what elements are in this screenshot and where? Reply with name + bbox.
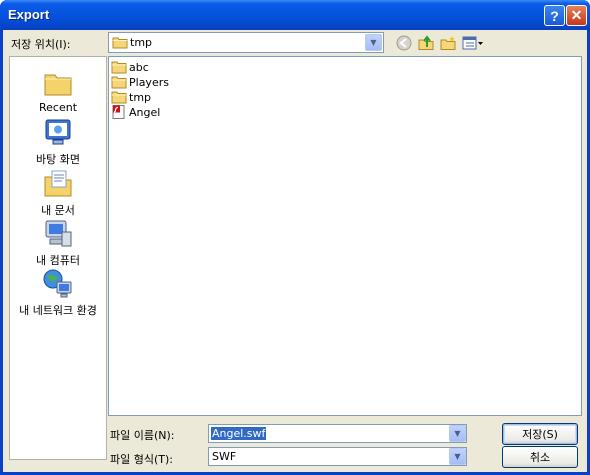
place-recent[interactable]: Recent xyxy=(10,67,106,114)
place-label: 내 컴퓨터 xyxy=(36,254,80,267)
list-item[interactable]: Players xyxy=(111,74,169,90)
folder-icon xyxy=(111,61,127,74)
place-desktop[interactable]: 바탕 화면 xyxy=(10,117,106,167)
file-name: tmp xyxy=(129,90,152,104)
file-type-select[interactable]: SWF ▼ xyxy=(208,447,467,466)
folder-icon xyxy=(111,76,127,89)
save-button[interactable]: 저장(S) xyxy=(502,423,578,445)
places-bar: Recent 바탕 화면 내 문서 내 컴퓨터 내 네트워크 환경 xyxy=(9,56,107,460)
file-name: abc xyxy=(129,60,149,74)
help-button[interactable]: ? xyxy=(544,5,565,26)
network-icon xyxy=(43,269,72,298)
title-bar[interactable]: Export ? ✕ xyxy=(0,0,590,30)
back-icon[interactable] xyxy=(395,34,413,52)
look-in-label: 저장 위치(I): xyxy=(11,38,71,51)
place-network[interactable]: 내 네트워크 환경 xyxy=(10,268,106,318)
folder-icon xyxy=(112,37,128,49)
place-label: 내 네트워크 환경 xyxy=(19,304,97,317)
export-dialog: Export ? ✕ 저장 위치(I): tmp ▼ Recent 바탕 화면 … xyxy=(0,0,590,475)
chevron-down-icon[interactable]: ▼ xyxy=(365,34,382,51)
recent-icon xyxy=(44,74,72,96)
my-computer-icon xyxy=(45,220,72,247)
place-label: Recent xyxy=(38,101,78,114)
place-label: 바탕 화면 xyxy=(36,153,80,166)
list-item[interactable]: abc xyxy=(111,59,149,75)
place-label: 내 문서 xyxy=(41,204,75,217)
navigation-toolbar xyxy=(395,34,485,52)
cancel-button[interactable]: 취소 xyxy=(502,446,578,468)
chevron-down-icon[interactable]: ▼ xyxy=(449,425,466,442)
my-documents-icon xyxy=(44,170,72,197)
file-name: Players xyxy=(129,75,169,89)
new-folder-icon[interactable] xyxy=(439,34,457,52)
window-title: Export xyxy=(8,7,50,22)
close-button[interactable]: ✕ xyxy=(566,5,587,26)
file-name-label: 파일 이름(N): xyxy=(110,429,175,442)
file-type-label: 파일 형식(T): xyxy=(110,453,173,466)
file-name-input[interactable]: Angel.swf ▼ xyxy=(208,424,467,443)
chevron-down-icon[interactable]: ▼ xyxy=(449,448,466,465)
dialog-client: 저장 위치(I): tmp ▼ Recent 바탕 화면 내 문서 내 컴퓨터 … xyxy=(3,30,587,472)
file-name: Angel xyxy=(129,105,161,119)
swf-file-icon xyxy=(112,105,125,119)
up-folder-icon[interactable] xyxy=(417,34,435,52)
place-my-computer[interactable]: 내 컴퓨터 xyxy=(10,218,106,268)
file-type-value: SWF xyxy=(212,450,237,463)
file-list[interactable]: abc Players tmp Angel xyxy=(108,56,582,416)
look-in-combo[interactable]: tmp ▼ xyxy=(108,32,384,53)
file-name-value: Angel.swf xyxy=(211,427,267,440)
folder-icon xyxy=(111,91,127,104)
look-in-value: tmp xyxy=(130,36,153,49)
desktop-icon xyxy=(45,119,71,145)
place-my-documents[interactable]: 내 문서 xyxy=(10,168,106,218)
list-item[interactable]: Angel xyxy=(111,104,160,120)
views-menu-icon[interactable] xyxy=(461,34,485,52)
list-item[interactable]: tmp xyxy=(111,89,151,105)
